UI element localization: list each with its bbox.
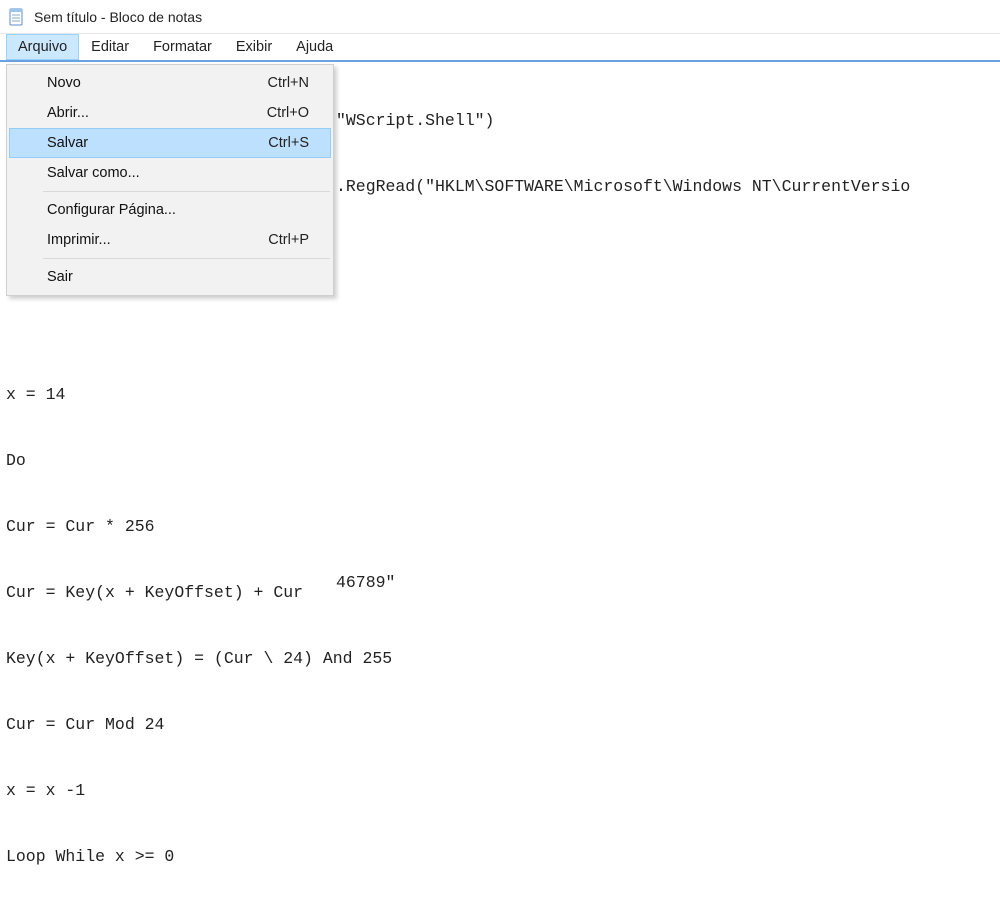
menu-salvar-como[interactable]: Salvar como... [9, 158, 331, 188]
code-line: Cur = Key(x + KeyOffset) + Cur [6, 582, 392, 604]
code-line: Cur = Cur * 256 [6, 516, 392, 538]
menu-formatar[interactable]: Formatar [141, 34, 224, 60]
code-line: Do [6, 450, 392, 472]
code-line: Cur = Cur Mod 24 [6, 714, 392, 736]
menu-imprimir[interactable]: Imprimir... Ctrl+P [9, 225, 331, 255]
menu-separator [43, 191, 330, 192]
menu-abrir[interactable]: Abrir... Ctrl+O [9, 98, 331, 128]
code-line [336, 440, 910, 462]
code-line [336, 374, 910, 396]
arquivo-dropdown: Novo Ctrl+N Abrir... Ctrl+O Salvar Ctrl+… [6, 64, 334, 296]
code-line: Loop While x >= 0 [6, 846, 392, 868]
code-line [336, 308, 910, 330]
notepad-icon [8, 8, 26, 26]
menu-separator [43, 258, 330, 259]
menu-editar[interactable]: Editar [79, 34, 141, 60]
code-line: Key(x + KeyOffset) = (Cur \ 24) And 255 [6, 648, 392, 670]
menu-configurar-pagina[interactable]: Configurar Página... [9, 195, 331, 225]
menu-sair[interactable]: Sair [9, 262, 331, 292]
window-title: Sem título - Bloco de notas [34, 9, 202, 25]
titlebar: Sem título - Bloco de notas [0, 0, 1000, 34]
code-line [336, 506, 910, 528]
menubar: Arquivo Editar Formatar Exibir Ajuda [0, 34, 1000, 62]
menu-salvar[interactable]: Salvar Ctrl+S [9, 128, 331, 158]
menu-arquivo[interactable]: Arquivo [6, 34, 79, 60]
menu-exibir[interactable]: Exibir [224, 34, 284, 60]
code-line: x = x -1 [6, 780, 392, 802]
code-line: 46789" [336, 572, 910, 594]
menu-novo[interactable]: Novo Ctrl+N [9, 68, 331, 98]
code-line: .RegRead("HKLM\SOFTWARE\Microsoft\Window… [336, 176, 910, 198]
code-line [336, 242, 910, 264]
menu-ajuda[interactable]: Ajuda [284, 34, 345, 60]
code-line: x = 14 [6, 384, 392, 406]
code-line: "WScript.Shell") [336, 110, 910, 132]
